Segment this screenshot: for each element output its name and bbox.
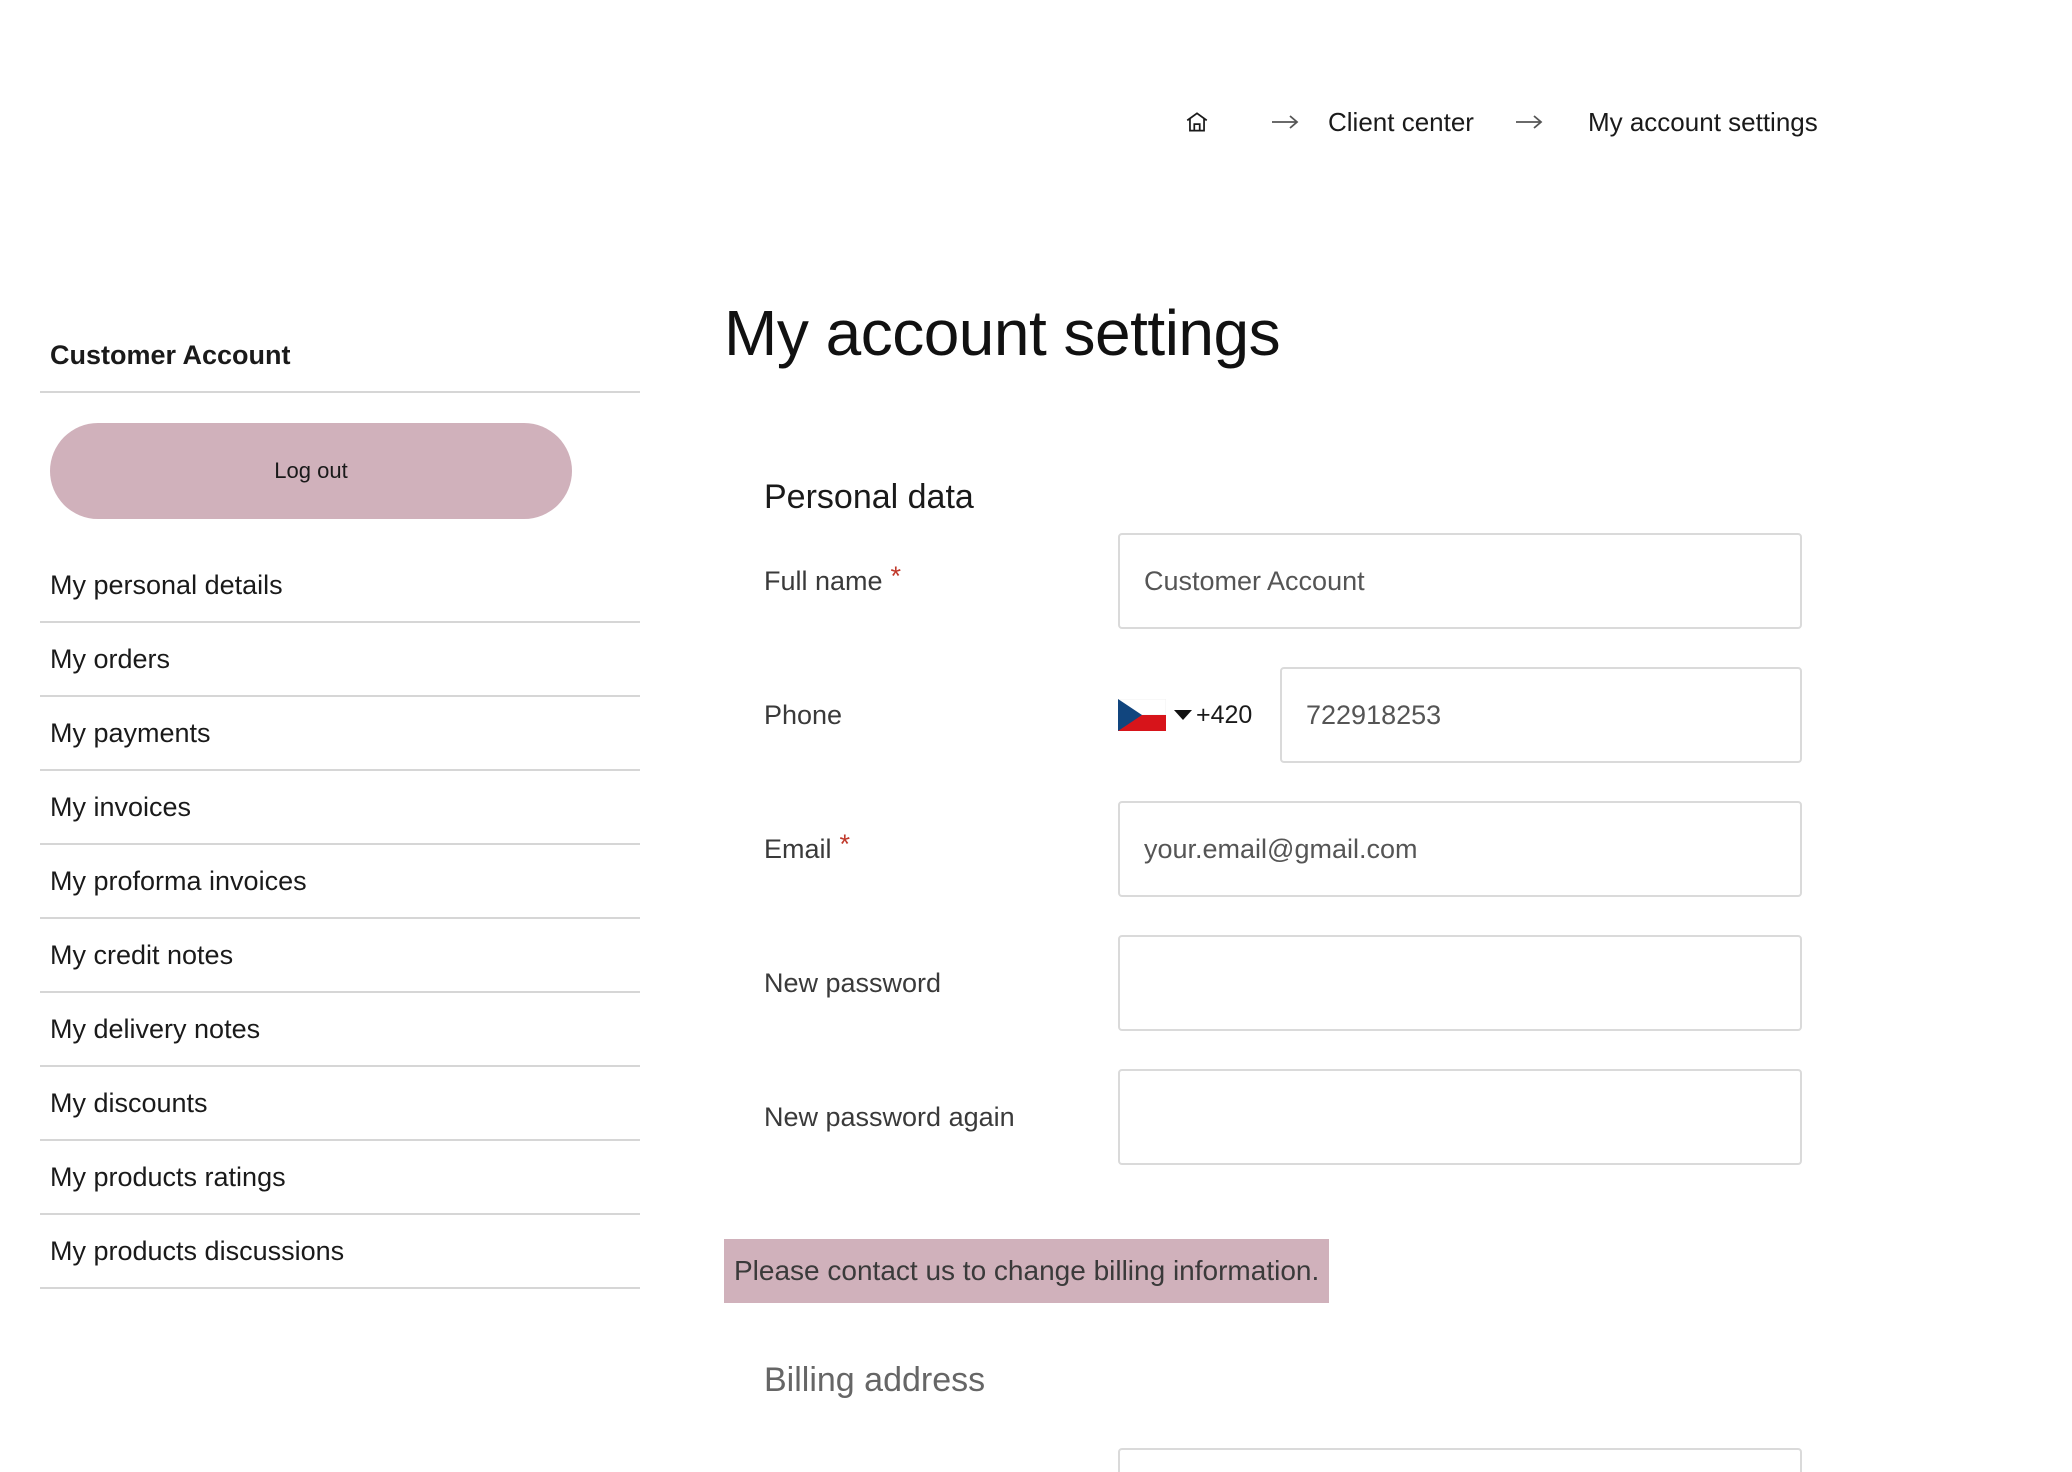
sidebar-item-discounts[interactable]: My discounts	[40, 1067, 640, 1141]
home-icon[interactable]	[1180, 105, 1214, 139]
breadcrumb: Client center My account settings	[1180, 100, 1818, 144]
main-content: My account settings Personal data Full n…	[724, 296, 1824, 1400]
caret-down-icon	[1174, 710, 1192, 720]
sidebar-item-label[interactable]: My credit notes	[50, 940, 233, 971]
form-row-phone: Phone +420	[724, 667, 1824, 763]
sidebar-title: Customer Account	[40, 340, 640, 393]
country-code-select[interactable]: +420	[1118, 667, 1268, 763]
form-row-email: Email *	[724, 801, 1824, 897]
phone-label-text: Phone	[764, 699, 843, 730]
full-name-input[interactable]	[1118, 533, 1802, 629]
new-password-again-label: New password again	[764, 1069, 1015, 1165]
section-title-billing-address: Billing address	[764, 1361, 986, 1399]
page: Client center My account settings Custom…	[0, 0, 2072, 1472]
account-sidebar: Customer Account Log out My personal det…	[40, 340, 640, 1289]
arrow-right-icon	[1268, 112, 1302, 132]
full-name-label: Full name *	[764, 533, 901, 629]
email-label: Email *	[764, 801, 850, 897]
new-password-label: New password	[764, 935, 941, 1031]
sidebar-item-personal-details[interactable]: My personal details	[40, 549, 640, 623]
email-label-text: Email	[764, 833, 832, 864]
form-row-full-name: Full name *	[724, 533, 1824, 629]
account-menu: My personal details My orders My payment…	[40, 549, 640, 1289]
sidebar-item-label[interactable]: My products discussions	[50, 1236, 344, 1267]
phone-label: Phone	[764, 667, 842, 763]
sidebar-item-label[interactable]: My products ratings	[50, 1162, 286, 1193]
page-title: My account settings	[724, 297, 1281, 369]
billing-field-input[interactable]	[1118, 1448, 1802, 1472]
breadcrumb-client-center[interactable]: Client center	[1328, 107, 1474, 138]
billing-notice: Please contact us to change billing info…	[724, 1239, 1330, 1303]
sidebar-item-orders[interactable]: My orders	[40, 623, 640, 697]
email-input[interactable]	[1118, 801, 1802, 897]
logout-button[interactable]: Log out	[50, 423, 572, 519]
sidebar-item-label[interactable]: My personal details	[50, 570, 283, 601]
sidebar-item-invoices[interactable]: My invoices	[40, 771, 640, 845]
phone-input[interactable]	[1280, 667, 1802, 763]
section-title-personal-data: Personal data	[764, 478, 974, 516]
new-password-again-label-text: New password again	[764, 1101, 1015, 1132]
required-marker: *	[890, 560, 902, 591]
breadcrumb-current: My account settings	[1587, 106, 1818, 137]
form-row-new-password: New password	[724, 935, 1824, 1031]
sidebar-item-label[interactable]: My invoices	[50, 792, 191, 823]
new-password-label-text: New password	[764, 967, 942, 998]
new-password-again-input[interactable]	[1118, 1069, 1802, 1165]
sidebar-item-products-discussions[interactable]: My products discussions	[40, 1215, 640, 1289]
full-name-label-text: Full name	[764, 565, 883, 596]
sidebar-item-label[interactable]: My proforma invoices	[50, 866, 307, 897]
sidebar-item-delivery-notes[interactable]: My delivery notes	[40, 993, 640, 1067]
sidebar-item-label[interactable]: My payments	[50, 718, 211, 749]
form-row-new-password-again: New password again	[724, 1069, 1824, 1165]
sidebar-item-proforma-invoices[interactable]: My proforma invoices	[40, 845, 640, 919]
sidebar-item-label[interactable]: My orders	[50, 644, 170, 675]
sidebar-item-credit-notes[interactable]: My credit notes	[40, 919, 640, 993]
arrow-right-icon	[1512, 112, 1546, 132]
required-marker: *	[839, 828, 851, 859]
sidebar-item-label[interactable]: My discounts	[50, 1088, 208, 1119]
dial-code: +420	[1196, 700, 1253, 729]
sidebar-item-payments[interactable]: My payments	[40, 697, 640, 771]
new-password-input[interactable]	[1118, 935, 1802, 1031]
czech-flag-icon	[1118, 699, 1166, 731]
sidebar-item-label[interactable]: My delivery notes	[50, 1014, 260, 1045]
sidebar-item-products-ratings[interactable]: My products ratings	[40, 1141, 640, 1215]
